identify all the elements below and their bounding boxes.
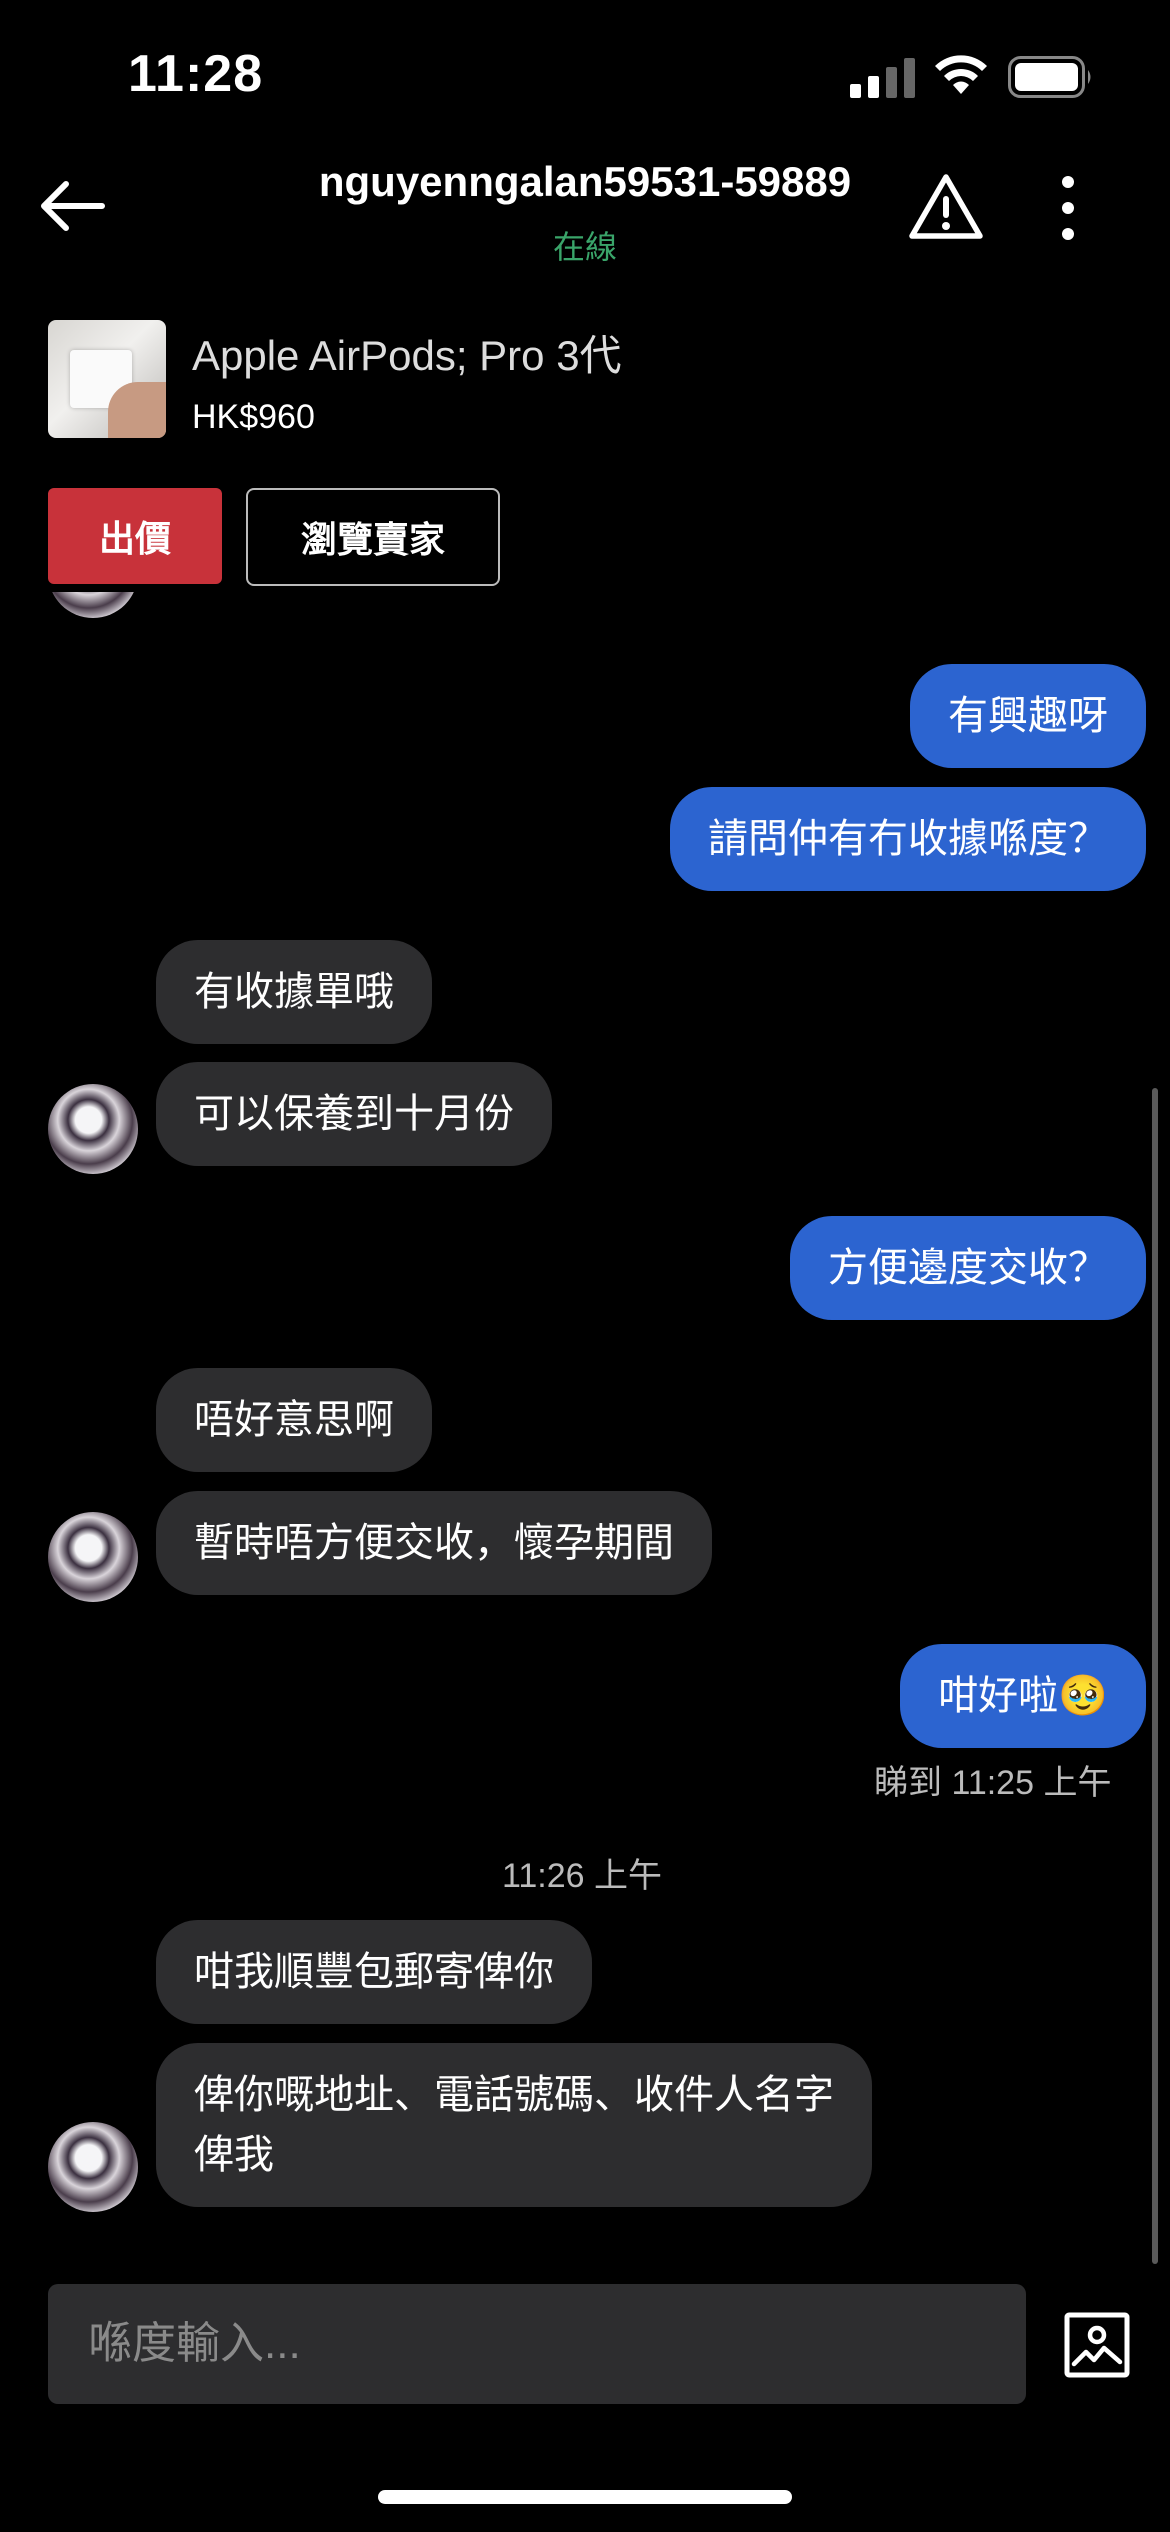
- seller-avatar[interactable]: [48, 2122, 138, 2212]
- message-bubble-outgoing[interactable]: 請問仲有冇收據喺度？: [670, 787, 1146, 891]
- status-bar: 11:28: [0, 0, 1170, 150]
- message-text-line: 俾我: [194, 2133, 274, 2177]
- make-offer-button[interactable]: 出價: [48, 488, 222, 584]
- product-title: Apple AirPods; Pro 3代: [192, 332, 622, 379]
- product-price: HK$960: [192, 398, 315, 436]
- message-bubble-incoming[interactable]: 暫時唔方便交收，懷孕期間: [156, 1491, 712, 1595]
- attach-image-icon[interactable]: [1064, 2312, 1130, 2378]
- seller-avatar[interactable]: [48, 1084, 138, 1174]
- seller-avatar[interactable]: [48, 592, 138, 618]
- cellular-signal-icon: [850, 58, 915, 98]
- message-bubble-outgoing[interactable]: 咁好啦🥹: [900, 1644, 1146, 1748]
- browse-seller-button[interactable]: 瀏覽賣家: [246, 488, 500, 586]
- message-bubble-incoming[interactable]: 可以保養到十月份: [156, 1062, 552, 1166]
- message-bubble-incoming[interactable]: 咁我順豐包郵寄俾你: [156, 1920, 592, 2024]
- message-text-line: 俾你嘅地址、電話號碼、收件人名字: [194, 2073, 834, 2117]
- message-bubble-incoming[interactable]: 唔好意思啊: [156, 1368, 432, 1472]
- message-bubble-outgoing[interactable]: 方便邊度交收？: [790, 1216, 1146, 1320]
- more-options-icon[interactable]: [1048, 172, 1088, 244]
- status-time: 11:28: [128, 45, 264, 103]
- online-status: 在線: [552, 229, 617, 265]
- product-thumbnail[interactable]: [48, 320, 166, 438]
- wifi-icon: [935, 55, 987, 94]
- message-bubble-incoming[interactable]: 俾你嘅地址、電話號碼、收件人名字 俾我: [156, 2043, 872, 2207]
- report-warning-icon[interactable]: [908, 172, 984, 242]
- message-list[interactable]: 有興趣呀 請問仲有冇收據喺度？ 有收據單哦 可以保養到十月份 方便邊度交收？ 唔…: [0, 592, 1170, 2272]
- battery-icon: [1008, 56, 1091, 98]
- product-card[interactable]: Apple AirPods; Pro 3代 HK$960: [48, 318, 1128, 442]
- message-bubble-outgoing[interactable]: 有興趣呀: [910, 664, 1146, 768]
- home-indicator[interactable]: [378, 2490, 792, 2504]
- seller-avatar[interactable]: [48, 1512, 138, 1602]
- chat-header: nguyenngalan59531-59889 在線: [0, 150, 1170, 280]
- chat-username[interactable]: nguyenngalan59531-59889: [190, 158, 980, 206]
- back-arrow-icon[interactable]: [36, 176, 108, 236]
- read-receipt: 睇到 11:25 上午: [874, 1764, 1112, 1802]
- message-bubble-incoming[interactable]: 有收據單哦: [156, 940, 432, 1044]
- message-input[interactable]: [48, 2284, 1026, 2404]
- time-divider: 11:26 上午: [502, 1857, 663, 1895]
- chat-screen: 11:28 nguyenngalan59531-59889 在線 Apple A…: [0, 0, 1170, 2532]
- chat-scrollbar[interactable]: [1152, 1088, 1158, 2264]
- message-input-box[interactable]: [48, 2284, 1026, 2404]
